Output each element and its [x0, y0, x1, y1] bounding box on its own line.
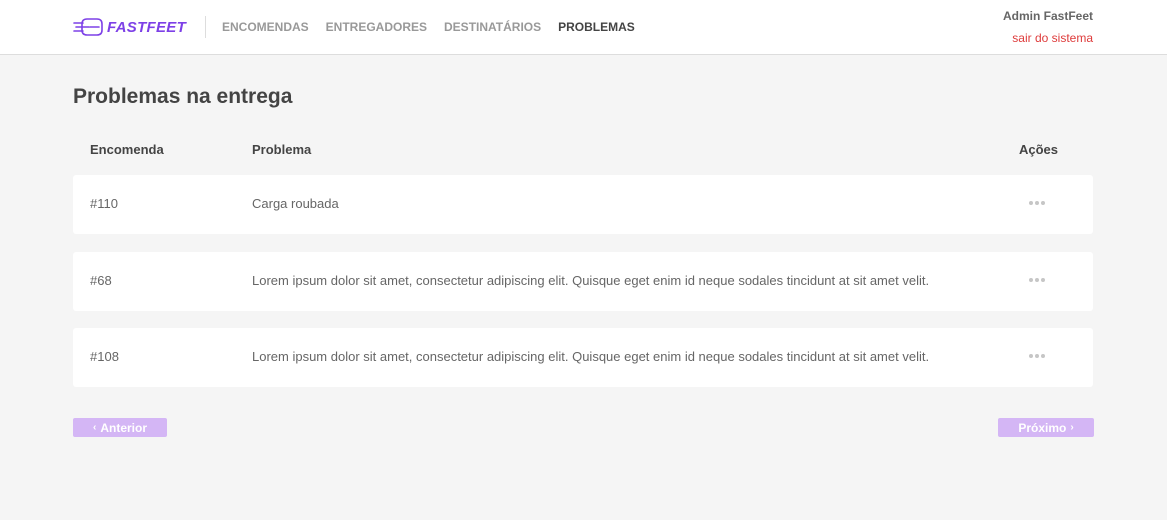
table-row: #110 Carga roubada	[73, 175, 1093, 234]
problem-description: Carga roubada	[252, 196, 339, 211]
next-page-button[interactable]: Próximo ›	[998, 418, 1094, 437]
more-horizontal-icon[interactable]	[1029, 195, 1045, 211]
fast-delivery-icon	[73, 17, 103, 37]
previous-label: Anterior	[100, 420, 147, 435]
brand-logo[interactable]: FASTFEET	[73, 16, 186, 38]
order-id: #108	[90, 349, 119, 364]
nav-problemas[interactable]: PROBLEMAS	[558, 20, 635, 34]
brand-name: FASTFEET	[107, 18, 187, 36]
main-nav: ENCOMENDAS ENTREGADORES DESTINATÁRIOS PR…	[222, 20, 635, 34]
table-row: #108 Lorem ipsum dolor sit amet, consect…	[73, 328, 1093, 387]
table-row: #68 Lorem ipsum dolor sit amet, consecte…	[73, 252, 1093, 311]
nav-encomendas[interactable]: ENCOMENDAS	[222, 20, 309, 34]
next-label: Próximo	[1018, 420, 1067, 435]
more-horizontal-icon[interactable]	[1029, 348, 1045, 364]
header-problem: Problema	[252, 142, 312, 157]
top-header: FASTFEET ENCOMENDAS ENTREGADORES DESTINA…	[0, 0, 1167, 55]
chevron-left-icon: ‹	[92, 422, 97, 433]
chevron-right-icon: ›	[1070, 422, 1074, 433]
more-horizontal-icon[interactable]	[1029, 272, 1045, 288]
user-profile: Admin FastFeet sair do sistema	[1003, 9, 1093, 45]
problem-description: Lorem ipsum dolor sit amet, consectetur …	[252, 273, 930, 288]
table-header: Encomenda Problema Ações	[73, 142, 1093, 160]
header-order: Encomenda	[90, 142, 164, 157]
header-divider	[205, 16, 206, 38]
page-title: Problemas na entrega	[73, 85, 293, 108]
problem-description: Lorem ipsum dolor sit amet, consectetur …	[252, 349, 930, 364]
logout-link[interactable]: sair do sistema	[1003, 31, 1093, 45]
nav-destinatarios[interactable]: DESTINATÁRIOS	[444, 20, 541, 34]
profile-name: Admin FastFeet	[1002, 9, 1093, 23]
order-id: #68	[90, 273, 112, 288]
nav-entregadores[interactable]: ENTREGADORES	[326, 20, 427, 34]
header-actions: Ações	[1018, 142, 1058, 157]
order-id: #110	[90, 196, 118, 211]
previous-page-button[interactable]: ‹ Anterior	[73, 418, 167, 437]
